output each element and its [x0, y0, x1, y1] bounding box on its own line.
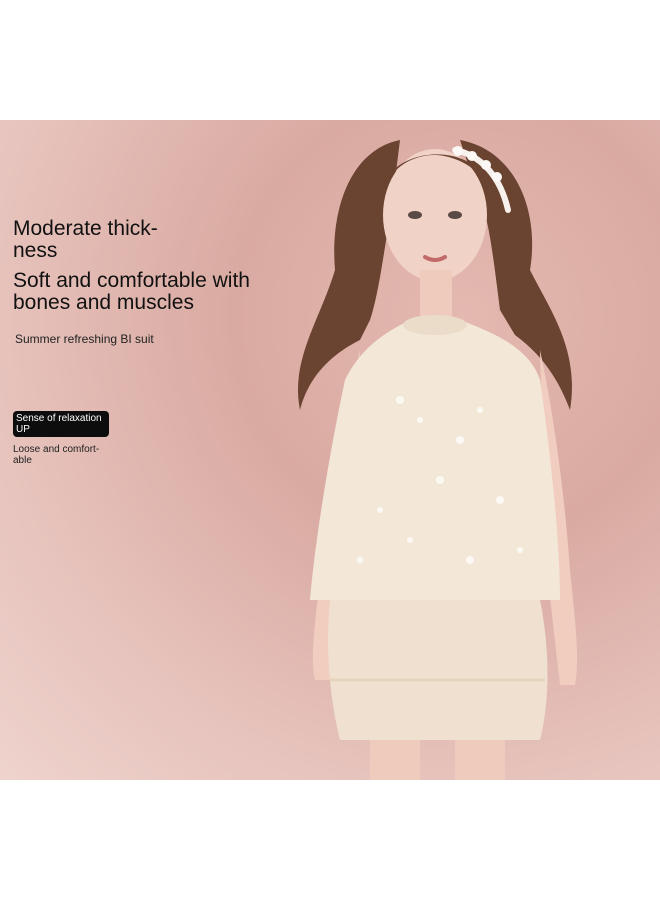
headline-comfort: Soft and comfortable with bones and musc…	[13, 269, 250, 314]
product-banner: Moderate thick- ness Soft and comfortabl…	[0, 120, 660, 780]
model-photo	[298, 140, 578, 780]
headline-thickness: Moderate thick- ness	[13, 217, 158, 262]
sequin-top	[310, 320, 560, 600]
subtitle: Summer refreshing BI suit	[15, 332, 154, 346]
relaxation-tag: Sense of relaxation UP	[13, 411, 109, 437]
tag-note: Loose and comfort- able	[13, 444, 100, 466]
layered-shorts	[328, 600, 548, 740]
